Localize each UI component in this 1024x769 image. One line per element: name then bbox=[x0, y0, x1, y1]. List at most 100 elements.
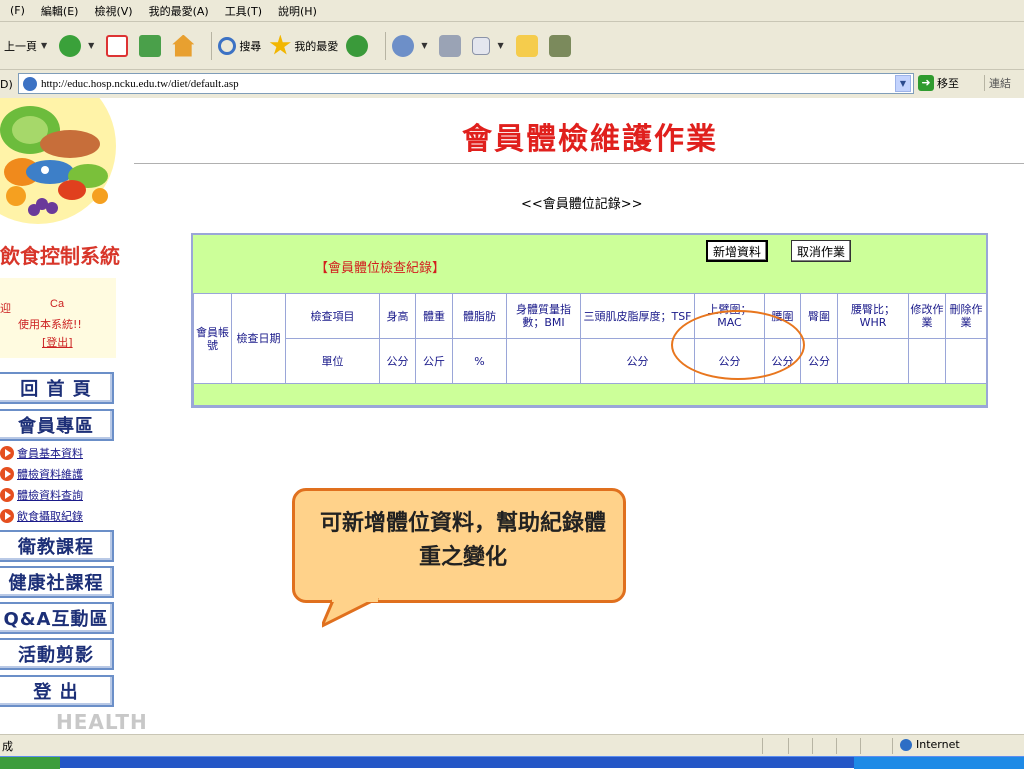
back-button[interactable]: 上一頁 ▼ bbox=[4, 38, 51, 54]
callout-tail bbox=[322, 598, 379, 628]
taskbar bbox=[0, 756, 1024, 769]
back-label: 上一頁 bbox=[4, 39, 37, 53]
links-button[interactable]: 連結 bbox=[984, 75, 1011, 91]
printer-icon bbox=[439, 34, 462, 57]
mail-button[interactable]: ▼ bbox=[392, 34, 431, 57]
logout-link[interactable]: [登出] bbox=[42, 334, 73, 350]
page-viewport: 飲食控制系統 迎 Ca 使用本系統!! [登出] 回 首 頁 會員專區 會員基本… bbox=[0, 98, 1024, 734]
unit-whr bbox=[837, 338, 909, 384]
cancel-button[interactable]: 取消作業 bbox=[791, 240, 852, 262]
search-button[interactable]: 搜尋 bbox=[218, 36, 262, 55]
status-divider bbox=[788, 738, 789, 754]
stop-button[interactable] bbox=[106, 34, 131, 57]
folder-button[interactable] bbox=[515, 34, 541, 57]
menu-file[interactable]: (F) bbox=[2, 4, 33, 17]
favorites-button[interactable]: 我的最愛 bbox=[269, 34, 339, 57]
menu-tools[interactable]: 工具(T) bbox=[217, 3, 270, 19]
header-account: 會員帳號 bbox=[193, 293, 232, 384]
home-nav-button[interactable]: 回 首 頁 bbox=[0, 372, 114, 404]
messenger-button[interactable] bbox=[548, 34, 574, 57]
refresh-button[interactable] bbox=[139, 34, 164, 57]
health-watermark: HEALTH bbox=[56, 710, 148, 734]
history-icon bbox=[346, 34, 369, 57]
sub-link-label: 體檢資料維護 bbox=[17, 468, 83, 481]
health-education-button[interactable]: 衛教課程 bbox=[0, 530, 114, 562]
search-icon bbox=[218, 36, 237, 55]
logout-button[interactable]: 登 出 bbox=[0, 675, 114, 707]
security-zone: Internet bbox=[900, 738, 960, 751]
menu-view[interactable]: 檢視(V) bbox=[86, 3, 140, 19]
menu-bar: (F) 編輯(E) 檢視(V) 我的最愛(A) 工具(T) 說明(H) bbox=[0, 0, 1024, 22]
menu-edit[interactable]: 編輯(E) bbox=[33, 3, 87, 19]
highlight-ring bbox=[671, 310, 805, 380]
status-text: 成 bbox=[2, 739, 13, 753]
header-whr: 腰臀比；WHR bbox=[837, 293, 909, 339]
header-height: 身高 bbox=[379, 293, 416, 339]
star-icon bbox=[269, 34, 291, 55]
menu-favorites[interactable]: 我的最愛(A) bbox=[141, 3, 217, 19]
callout-text: 可新增體位資料，幫助紀錄體重之變化 bbox=[319, 511, 606, 570]
chevron-down-icon[interactable]: ▼ bbox=[41, 41, 47, 50]
zone-label: Internet bbox=[916, 738, 960, 751]
history-button[interactable] bbox=[346, 34, 371, 57]
header-body-fat: 體脂肪 bbox=[452, 293, 507, 339]
unit-edit bbox=[908, 338, 946, 384]
go-label: 移至 bbox=[937, 77, 959, 90]
print-button[interactable] bbox=[439, 34, 464, 57]
address-field[interactable]: ▼ bbox=[18, 73, 914, 94]
status-divider bbox=[762, 738, 763, 754]
go-button[interactable]: ➜ 移至 bbox=[918, 75, 959, 91]
search-label: 搜尋 bbox=[239, 39, 262, 53]
add-record-button[interactable]: 新增資料 bbox=[706, 240, 769, 262]
user-name: Ca bbox=[50, 298, 65, 310]
favorites-label: 我的最愛 bbox=[294, 39, 339, 53]
chevron-down-icon[interactable]: ▼ bbox=[497, 41, 503, 50]
header-bmi: 身體質量指數；BMI bbox=[506, 293, 581, 339]
header-edit: 修改作業 bbox=[908, 293, 946, 339]
unit-weight: 公斤 bbox=[415, 338, 453, 384]
arrow-right-icon bbox=[0, 509, 14, 523]
browser-chrome: (F) 編輯(E) 檢視(V) 我的最愛(A) 工具(T) 說明(H) 上一頁 … bbox=[0, 0, 1024, 98]
unit-body-fat: % bbox=[452, 338, 507, 384]
home-button[interactable] bbox=[172, 34, 197, 57]
health-club-button[interactable]: 健康社課程 bbox=[0, 566, 114, 598]
table-header-row: 會員帳號 檢查日期 檢查項目 身高 體重 體脂肪 身體質量指數；BMI 三頭肌皮… bbox=[193, 293, 987, 384]
sub-link-diet-intake[interactable]: 飲食攝取紀錄 bbox=[0, 508, 83, 524]
forward-button[interactable]: ▼ bbox=[59, 34, 98, 57]
chevron-down-icon[interactable]: ▼ bbox=[88, 41, 94, 50]
activity-photos-button[interactable]: 活動剪影 bbox=[0, 638, 114, 670]
system-title: 飲食控制系統 bbox=[0, 244, 120, 268]
callout-bubble: 可新增體位資料，幫助紀錄體重之變化 bbox=[292, 488, 626, 603]
status-divider bbox=[860, 738, 861, 754]
menu-help[interactable]: 說明(H) bbox=[270, 3, 325, 19]
toolbar: 上一頁 ▼ ▼ 搜尋 我的最愛 ▼ ▼ bbox=[0, 22, 1024, 70]
toolbar-divider bbox=[385, 31, 387, 60]
messenger-icon bbox=[548, 34, 571, 57]
header-date: 檢查日期 bbox=[231, 293, 286, 384]
address-label: D) bbox=[0, 77, 13, 91]
chevron-down-icon[interactable]: ▼ bbox=[895, 75, 911, 92]
start-button[interactable] bbox=[0, 757, 60, 769]
status-bar: 成 Internet bbox=[0, 734, 1024, 756]
chevron-down-icon[interactable]: ▼ bbox=[421, 41, 427, 50]
sub-link-exam-query[interactable]: 體檢資料查詢 bbox=[0, 487, 83, 503]
panel-title: 【會員體位檢查紀錄】 bbox=[315, 261, 446, 276]
sub-link-exam-maintenance[interactable]: 體檢資料維護 bbox=[0, 466, 83, 482]
unit-height: 公分 bbox=[379, 338, 416, 384]
system-tray bbox=[854, 757, 1024, 769]
globe-icon bbox=[900, 738, 912, 751]
edit-button[interactable]: ▼ bbox=[472, 36, 507, 55]
sub-link-member-profile[interactable]: 會員基本資料 bbox=[0, 445, 83, 461]
sub-link-label: 會員基本資料 bbox=[17, 447, 83, 460]
address-input[interactable] bbox=[41, 77, 891, 90]
qa-forum-button[interactable]: Q&A互動區 bbox=[0, 602, 114, 634]
home-icon bbox=[172, 34, 195, 57]
member-area-button[interactable]: 會員專區 bbox=[0, 409, 114, 441]
unit-bmi bbox=[506, 338, 581, 384]
sub-link-label: 體檢資料查詢 bbox=[17, 489, 83, 502]
toolbar-divider bbox=[211, 31, 213, 60]
record-table: 會員帳號 檢查日期 檢查項目 身高 體重 體脂肪 身體質量指數；BMI 三頭肌皮… bbox=[193, 293, 987, 406]
table-unit-row: 單位 公分 公斤 % 公分 公分 公分 公分 bbox=[194, 338, 987, 384]
arrow-right-icon bbox=[0, 488, 14, 502]
folder-icon bbox=[515, 34, 538, 57]
